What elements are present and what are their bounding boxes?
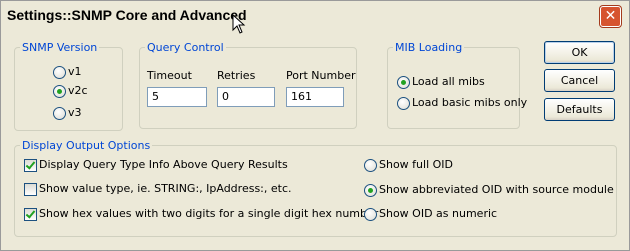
load-basic-mibs-radio[interactable]	[397, 97, 410, 110]
show-value-type-checkbox[interactable]	[24, 183, 37, 196]
defaults-button[interactable]: Defaults	[544, 98, 615, 121]
display-output-legend: Display Output Options	[22, 139, 151, 152]
settings-dialog: Settings::SNMP Core and Advanced ✕ SNMP …	[0, 0, 630, 251]
ok-button[interactable]: OK	[544, 41, 615, 64]
mouse-cursor-icon	[232, 14, 246, 34]
timeout-field[interactable]: 5	[147, 87, 207, 107]
query-control-legend: Query Control	[147, 41, 224, 54]
mib-loading-legend: MIB Loading	[395, 41, 463, 54]
v2c-label[interactable]: v2c	[68, 84, 88, 97]
v1-label[interactable]: v1	[68, 65, 82, 78]
retries-field[interactable]: 0	[217, 87, 275, 107]
load-all-mibs-label[interactable]: Load all mibs	[412, 75, 485, 88]
v1-radio[interactable]	[53, 66, 66, 79]
timeout-label: Timeout	[147, 69, 192, 82]
window-title: Settings::SNMP Core and Advanced	[7, 7, 247, 23]
load-all-mibs-radio[interactable]	[397, 76, 410, 89]
load-basic-mibs-label[interactable]: Load basic mibs only	[412, 96, 527, 109]
retries-label: Retries	[217, 69, 256, 82]
show-full-oid-radio[interactable]	[364, 159, 377, 172]
display-query-type-label[interactable]: Display Query Type Info Above Query Resu…	[39, 158, 288, 171]
v3-label[interactable]: v3	[68, 106, 82, 119]
display-query-type-checkbox[interactable]	[24, 159, 37, 172]
show-abbreviated-oid-label[interactable]: Show abbreviated OID with source module	[379, 183, 614, 196]
cancel-button[interactable]: Cancel	[544, 69, 615, 92]
query-control-group: Query Control	[139, 41, 357, 129]
show-full-oid-label[interactable]: Show full OID	[379, 158, 453, 171]
show-abbreviated-oid-radio[interactable]	[364, 184, 377, 197]
show-oid-numeric-radio[interactable]	[364, 208, 377, 221]
show-value-type-label[interactable]: Show value type, ie. STRING:, IpAddress:…	[39, 182, 292, 195]
port-label: Port Number	[286, 69, 356, 82]
show-hex-values-checkbox[interactable]	[24, 208, 37, 221]
snmp-version-legend: SNMP Version	[22, 41, 98, 54]
v2c-radio[interactable]	[53, 85, 66, 98]
title-bar[interactable]: Settings::SNMP Core and Advanced ✕	[1, 1, 629, 31]
v3-radio[interactable]	[53, 107, 66, 120]
port-field[interactable]: 161	[286, 87, 344, 107]
show-hex-values-label[interactable]: Show hex values with two digits for a si…	[39, 207, 378, 220]
close-button[interactable]: ✕	[600, 6, 621, 27]
show-oid-numeric-label[interactable]: Show OID as numeric	[379, 207, 497, 220]
